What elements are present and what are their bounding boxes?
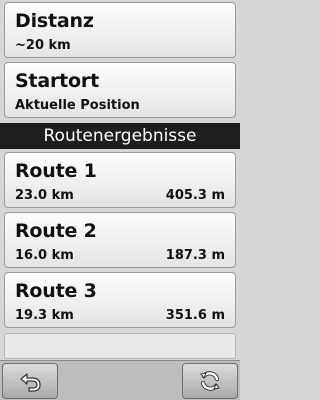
- route-3-elevation: 351.6 m: [165, 308, 225, 323]
- route-3-distance: 19.3 km: [15, 308, 74, 323]
- distance-setting[interactable]: Distanz ~20 km: [4, 2, 236, 58]
- start-location-value: Aktuelle Position: [15, 98, 140, 113]
- start-location-setting[interactable]: Startort Aktuelle Position: [4, 62, 236, 118]
- recalculate-button[interactable]: [182, 363, 238, 399]
- back-arrow-icon: [20, 373, 41, 392]
- route-1-item[interactable]: Route 1 23.0 km 405.3 m: [4, 152, 236, 208]
- back-button[interactable]: [2, 363, 58, 399]
- distance-value: ~20 km: [15, 38, 71, 53]
- route-2-distance: 16.0 km: [15, 248, 74, 263]
- distance-label: Distanz: [15, 10, 94, 32]
- route-2-elevation: 187.3 m: [165, 248, 225, 263]
- route-2-title: Route 2: [15, 220, 97, 242]
- route-3-title: Route 3: [15, 280, 97, 302]
- refresh-icon: [200, 371, 220, 391]
- bottom-toolbar: [0, 360, 240, 400]
- route-results-header: Routenergebnisse: [0, 123, 240, 149]
- start-location-label: Startort: [15, 70, 99, 92]
- route-1-elevation: 405.3 m: [165, 188, 225, 203]
- route-1-distance: 23.0 km: [15, 188, 74, 203]
- route-2-item[interactable]: Route 2 16.0 km 187.3 m: [4, 212, 236, 268]
- route-1-title: Route 1: [15, 160, 97, 182]
- route-3-item[interactable]: Route 3 19.3 km 351.6 m: [4, 272, 236, 328]
- list-scroll-area: [4, 333, 236, 359]
